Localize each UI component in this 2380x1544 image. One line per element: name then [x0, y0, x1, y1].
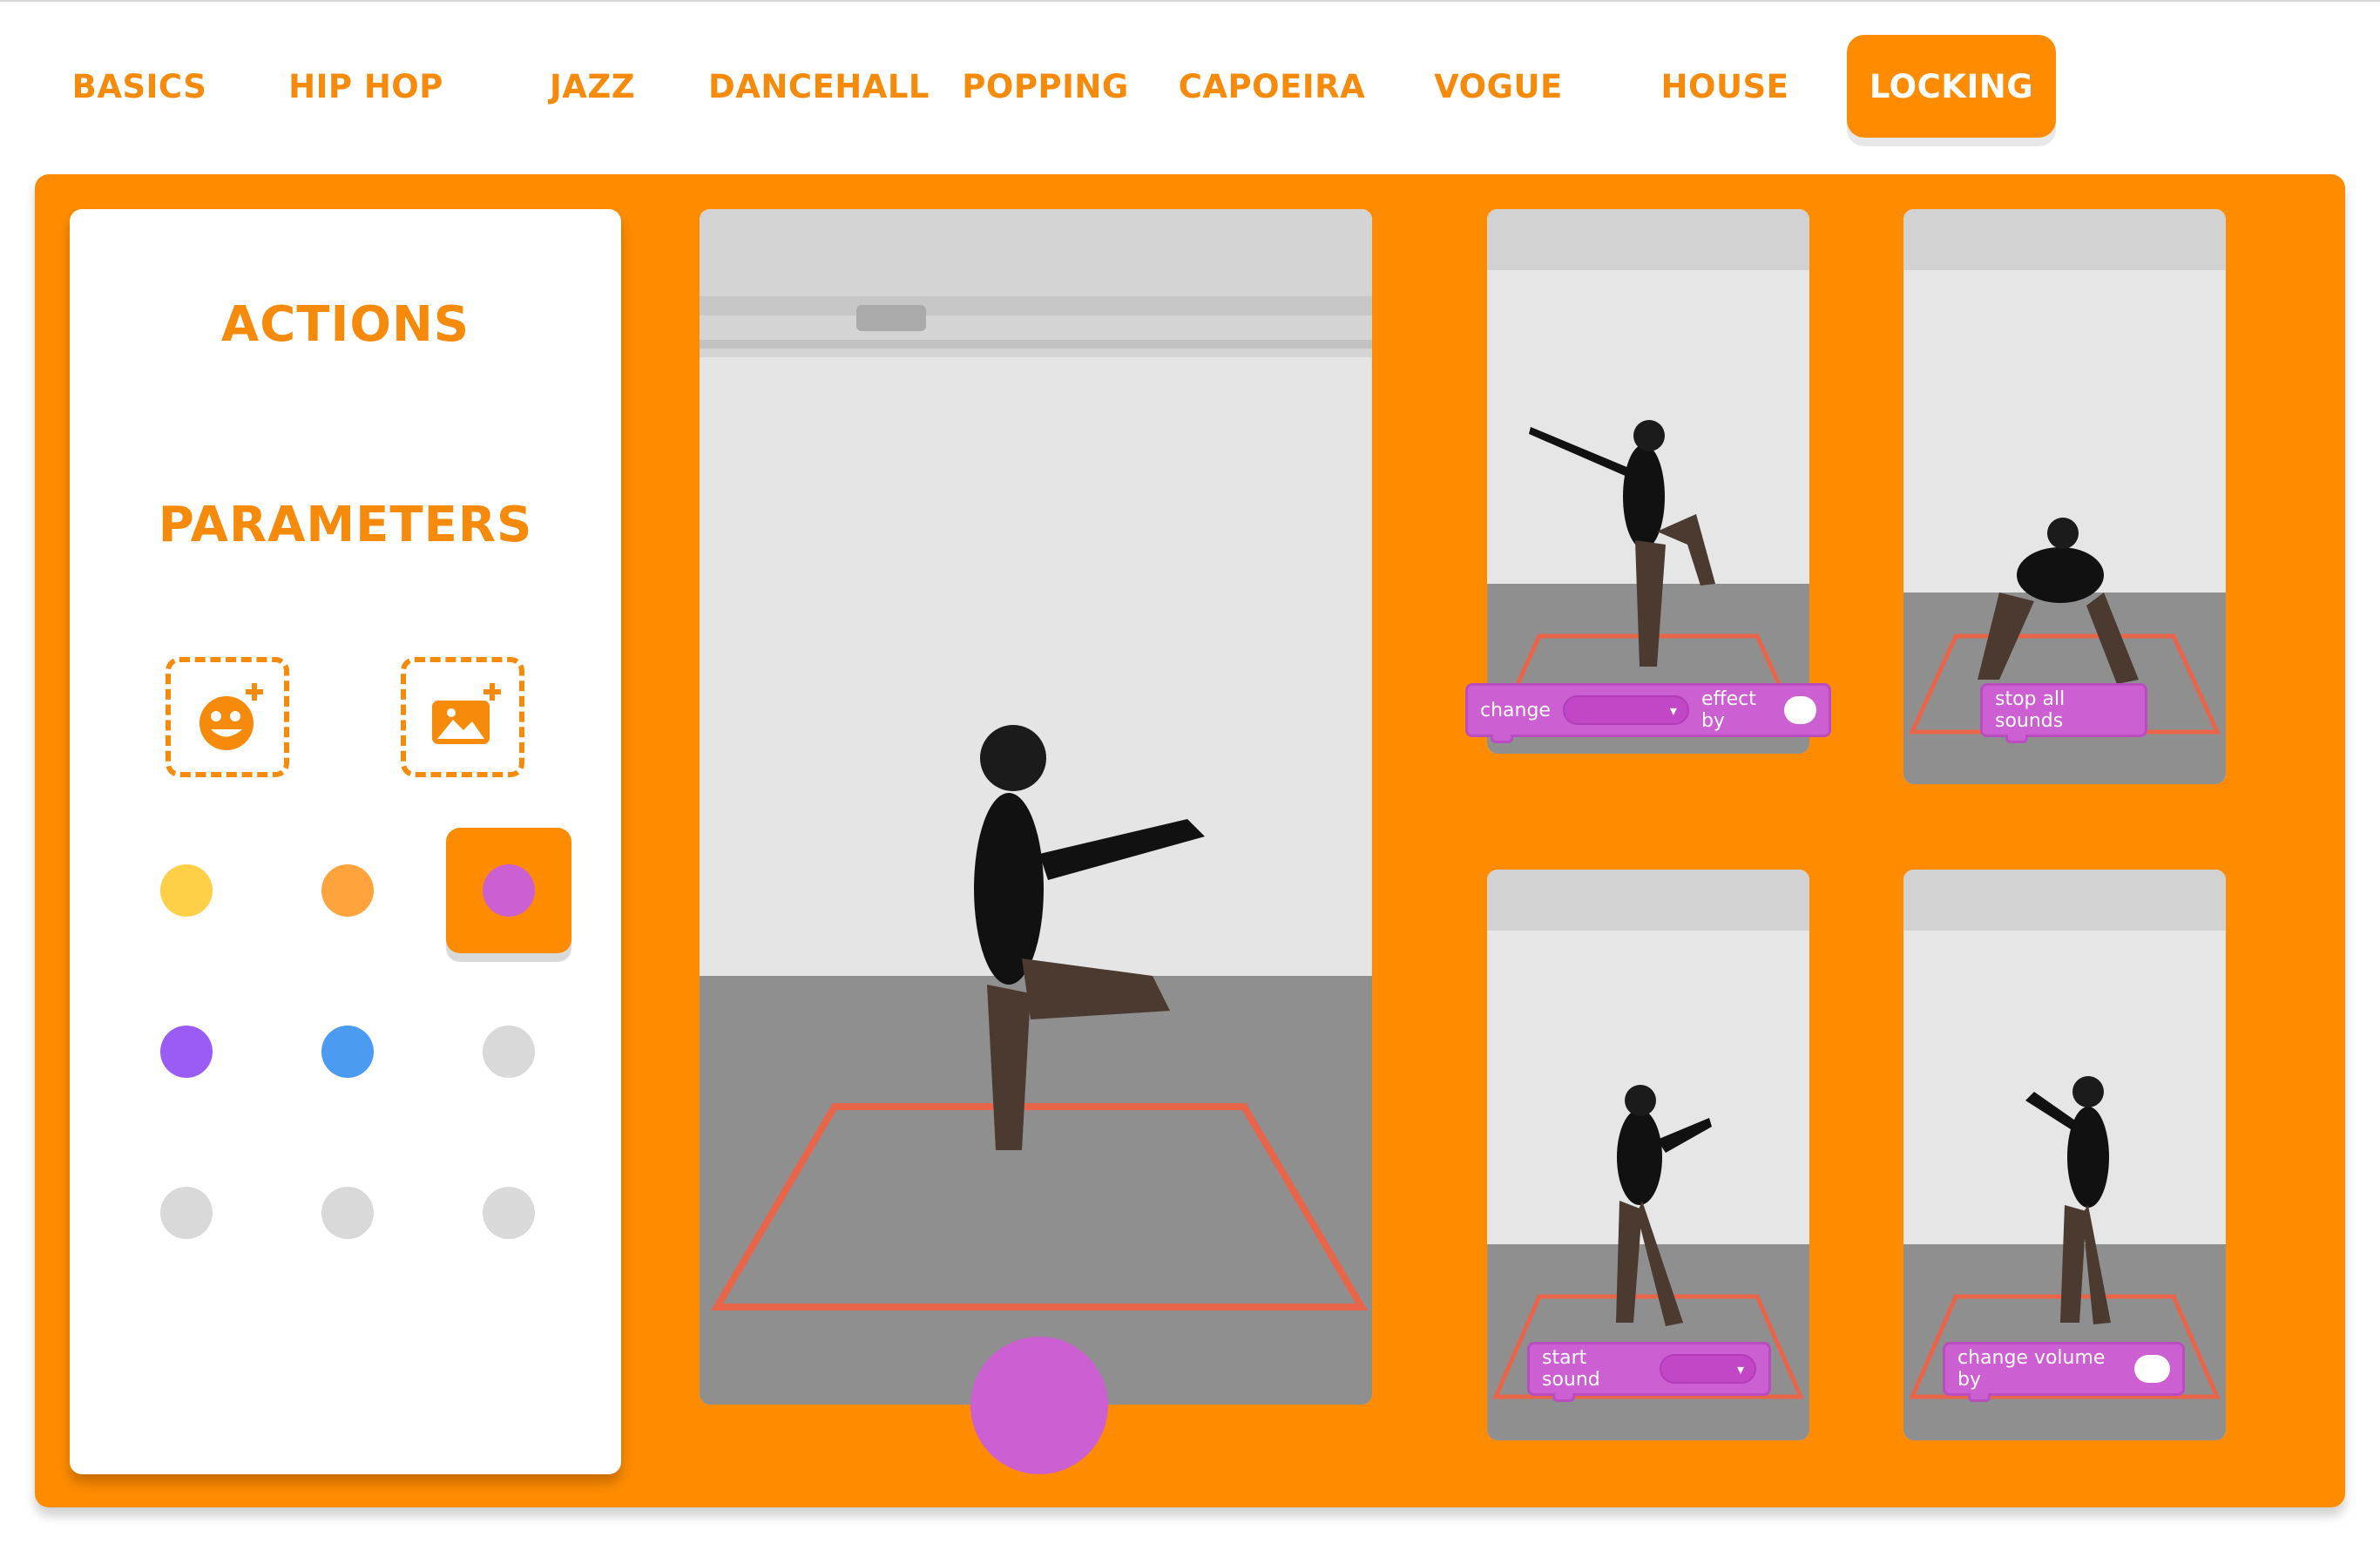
- color-swatch[interactable]: [483, 1187, 535, 1239]
- stage-panel: ACTIONS PARAMETERS change ▾ effect by st…: [35, 174, 2345, 1507]
- sidebar: ACTIONS PARAMETERS: [70, 209, 621, 1474]
- category-tabs: BASICS HIP HOP JAZZ DANCEHALL POPPING CA…: [0, 0, 2380, 166]
- parameters-heading: PARAMETERS: [158, 497, 533, 553]
- color-swatch[interactable]: [321, 864, 374, 917]
- tab-popping[interactable]: POPPING: [958, 35, 1133, 138]
- chevron-down-icon: ▾: [1736, 1360, 1744, 1378]
- block-notch: [1552, 1393, 1575, 1402]
- main-video[interactable]: [700, 209, 1372, 1405]
- stop-all-sounds-block[interactable]: stop all sounds: [1980, 683, 2147, 743]
- tab-house[interactable]: HOUSE: [1638, 35, 1812, 138]
- change-effect-block[interactable]: change ▾ effect by: [1465, 683, 1831, 743]
- chevron-down-icon: ▾: [1669, 701, 1677, 719]
- move-video-frame: [1487, 209, 1809, 754]
- move-thumbnail-1[interactable]: [1487, 209, 1809, 754]
- color-swatch[interactable]: [483, 1026, 535, 1078]
- tab-locking[interactable]: LOCKING: [1847, 35, 2056, 138]
- color-swatch[interactable]: [321, 1187, 374, 1239]
- add-sprite-icon: [199, 683, 263, 750]
- effect-dropdown[interactable]: ▾: [1562, 695, 1689, 725]
- actions-heading: ACTIONS: [220, 296, 470, 353]
- stop-all-sounds-label: stop all sounds: [1995, 688, 2066, 732]
- start-sound-block[interactable]: start sound ▾: [1527, 1342, 1771, 1402]
- color-swatch[interactable]: [160, 864, 213, 917]
- tab-basics[interactable]: BASICS: [52, 35, 227, 138]
- color-swatch[interactable]: [321, 1026, 374, 1078]
- block-notch: [1491, 735, 1513, 743]
- sound-dropdown[interactable]: ▾: [1659, 1354, 1756, 1384]
- color-swatch-dot: [483, 864, 535, 917]
- block-notch: [1968, 1393, 1991, 1402]
- add-backdrop-icon: [432, 683, 501, 744]
- dance-video-frame: [700, 209, 1372, 1405]
- tab-capoeira[interactable]: CAPOEIRA: [1179, 35, 1365, 138]
- effect-amount-input[interactable]: [1784, 696, 1816, 724]
- change-effect-suffix: effect by: [1700, 688, 1756, 732]
- color-swatch-selected[interactable]: [446, 828, 571, 953]
- color-swatch[interactable]: [160, 1187, 213, 1239]
- add-sprite-button[interactable]: [166, 657, 289, 777]
- change-volume-block[interactable]: change volume by: [1943, 1342, 2185, 1402]
- change-volume-label: change volume by: [1957, 1347, 2106, 1391]
- block-notch: [2005, 735, 2028, 743]
- start-sound-label: start sound: [1542, 1347, 1600, 1391]
- volume-amount-input[interactable]: [2134, 1355, 2170, 1383]
- play-button[interactable]: [970, 1337, 1108, 1474]
- tab-dancehall[interactable]: DANCEHALL: [708, 35, 930, 138]
- tab-hip-hop[interactable]: HIP HOP: [279, 35, 453, 138]
- color-swatch[interactable]: [160, 1026, 213, 1078]
- tab-jazz[interactable]: JAZZ: [505, 35, 680, 138]
- tab-vogue[interactable]: VOGUE: [1411, 35, 1586, 138]
- change-effect-prefix: change: [1480, 699, 1551, 721]
- add-backdrop-button[interactable]: [401, 657, 524, 777]
